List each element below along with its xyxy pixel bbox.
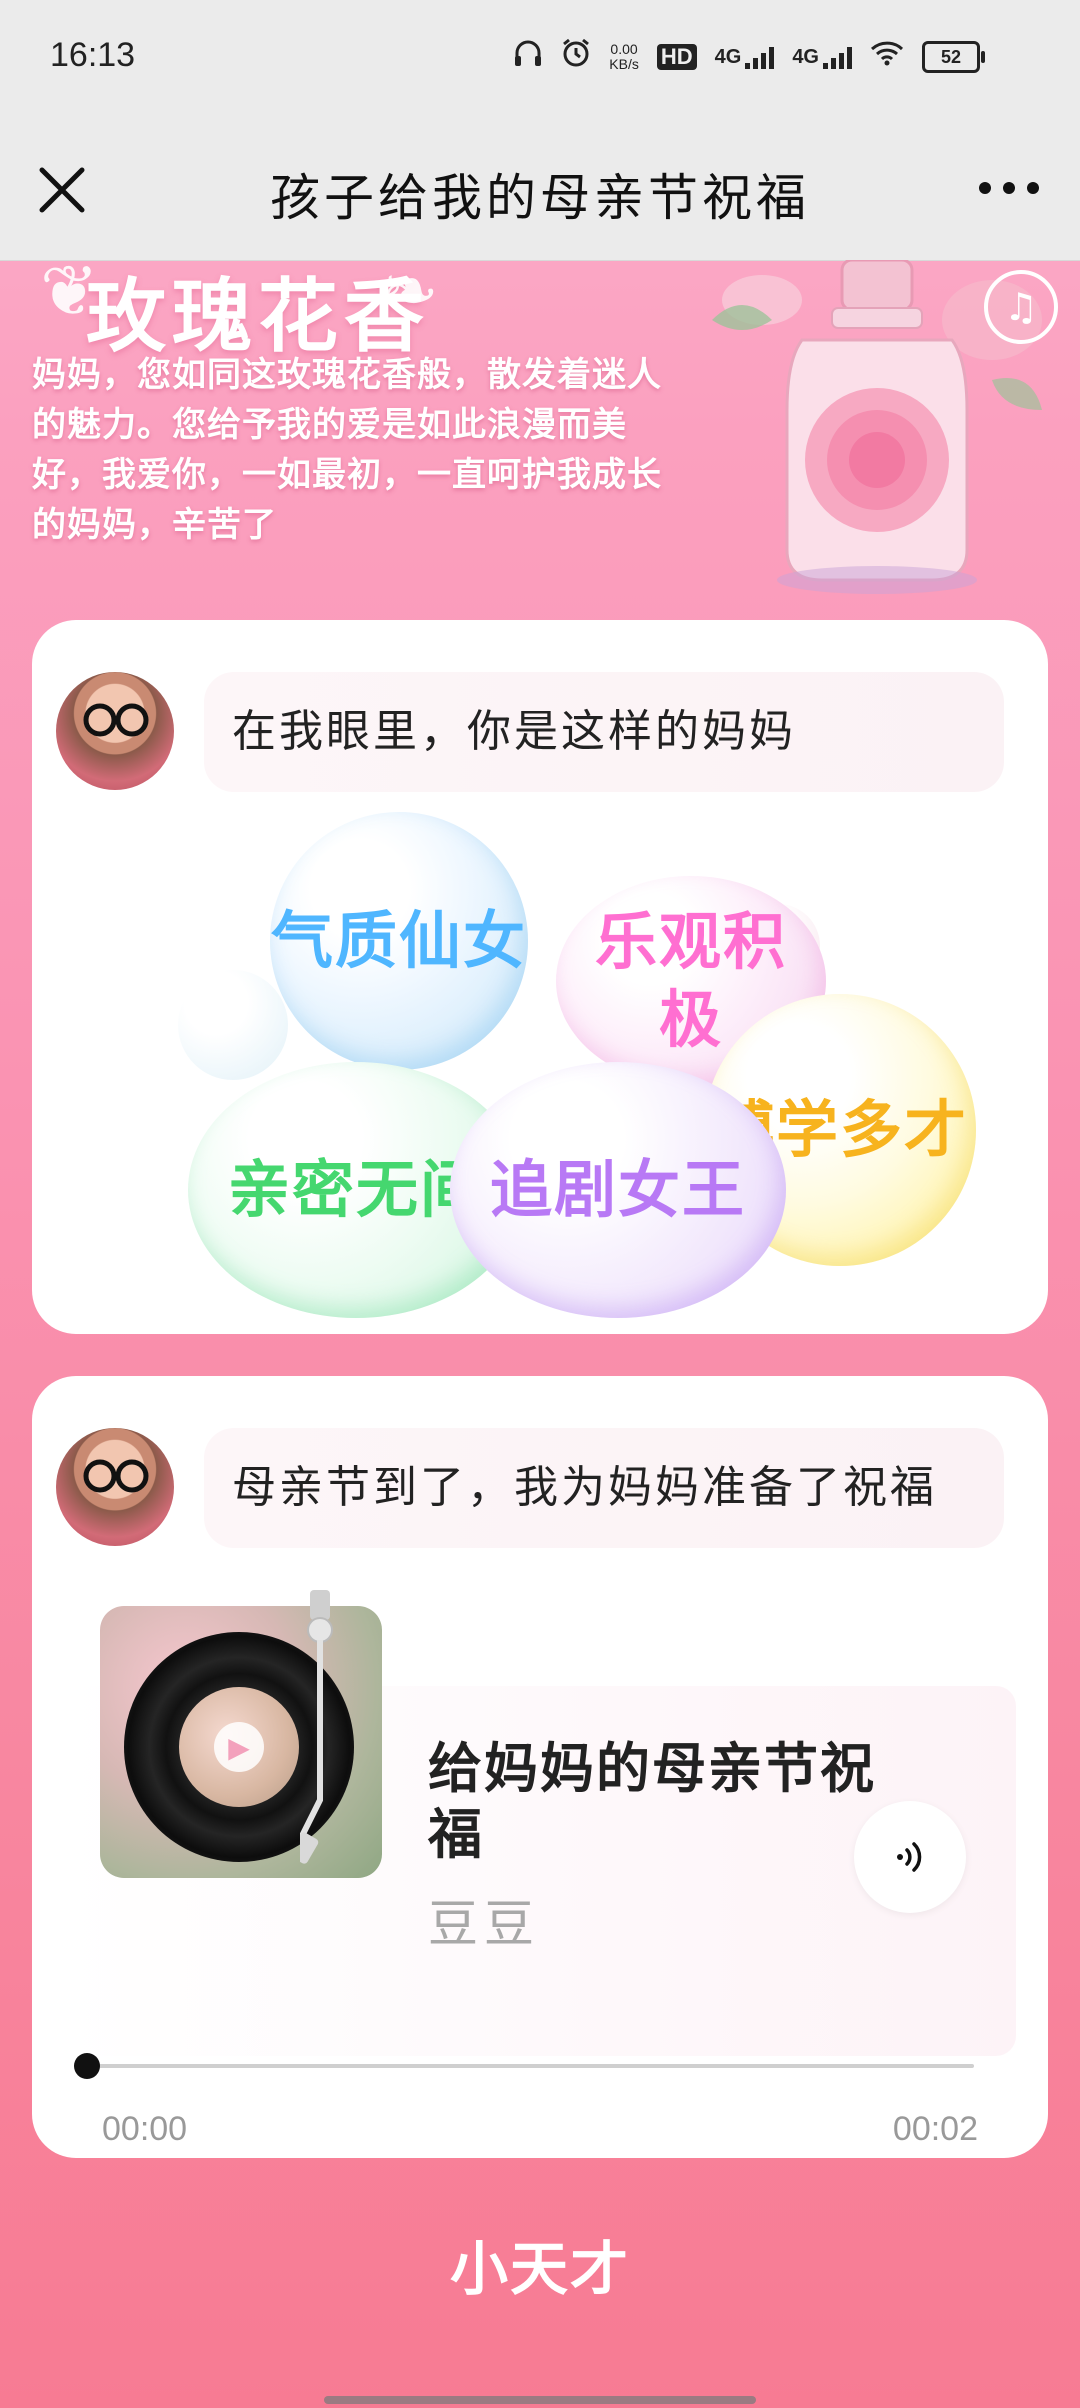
chat-message: 在我眼里，你是这样的妈妈 xyxy=(204,672,1004,792)
music-player: ▶ 给妈妈的母亲节祝福 豆豆 xyxy=(64,1590,1016,2126)
trait-bubble: 追剧女王 xyxy=(450,1062,786,1318)
alarm-icon xyxy=(561,38,591,75)
trait-bubbles: 气质仙女 乐观积极 博学多才 亲密无间 追剧女王 xyxy=(32,780,1048,1340)
banner-text: 妈妈，您如同这玫瑰花香般，散发着迷人的魅力。您给予我的爱是如此浪漫而美好，我爱你… xyxy=(32,355,662,545)
sim2-label: 4G xyxy=(792,45,819,68)
time-total: 00:02 xyxy=(892,2110,978,2148)
battery-icon: 52 xyxy=(922,40,985,73)
status-bar: 16:13 0.00 KB/s HD 4G 4G 52 xyxy=(0,0,1080,120)
wifi-icon xyxy=(870,40,904,73)
signal-bars-icon xyxy=(745,45,775,69)
page-title: 孩子给我的母亲节祝福 xyxy=(270,169,810,227)
traits-card: 在我眼里，你是这样的妈妈 气质仙女 乐观积极 博学多才 亲密无间 追剧女王 xyxy=(32,620,1048,1334)
progress-knob[interactable] xyxy=(74,2053,100,2079)
status-time: 16:13 xyxy=(50,36,136,74)
hd-icon: HD xyxy=(656,43,697,70)
laurel-right-icon: ❧ xyxy=(380,250,439,332)
song-card: 母亲节到了，我为妈妈准备了祝福 ▶ 给妈妈的母亲节祝福 豆豆 00:00 00:… xyxy=(32,1376,1048,2158)
header-banner: ❦ 玫瑰花香 ❧ 妈妈，您如同这玫瑰花香般，散发着迷人的魅力。您给予我的爱是如此… xyxy=(0,250,1080,610)
net-speed-value: 0.00 xyxy=(610,40,638,57)
avatar xyxy=(56,672,174,790)
net-speed-unit: KB/s xyxy=(609,55,639,72)
decorative-bubble xyxy=(178,970,288,1080)
nav-bar: 孩子给我的母亲节祝福 xyxy=(0,120,1080,261)
more-options-icon[interactable] xyxy=(974,168,1044,208)
trait-bubble: 气质仙女 xyxy=(270,812,528,1070)
song-title: 给妈妈的母亲节祝福 xyxy=(428,1737,876,1866)
status-icons: 0.00 KB/s HD 4G 4G 52 xyxy=(513,38,985,75)
headphones-icon xyxy=(513,39,543,74)
time-current: 00:00 xyxy=(102,2110,188,2148)
sound-wave-icon[interactable] xyxy=(854,1801,966,1913)
tonearm-icon xyxy=(300,1590,333,1864)
avatar xyxy=(56,1428,174,1546)
sim1-label: 4G xyxy=(714,45,742,68)
chat-message: 母亲节到了，我为妈妈准备了祝福 xyxy=(204,1428,1004,1548)
song-artist: 豆豆 xyxy=(428,1895,540,1953)
sim2-signal: 4G xyxy=(792,45,852,69)
home-indicator[interactable] xyxy=(324,2396,756,2404)
sim1-signal: 4G xyxy=(715,45,775,69)
music-note-icon[interactable]: ♫ xyxy=(984,270,1058,344)
net-speed: 0.00 KB/s xyxy=(609,40,639,72)
play-icon[interactable]: ▶ xyxy=(214,1722,264,1772)
brand-logo: 小天才 xyxy=(449,2235,630,2303)
signal-bars-icon xyxy=(823,45,852,69)
progress-bar[interactable] xyxy=(74,2053,974,2079)
